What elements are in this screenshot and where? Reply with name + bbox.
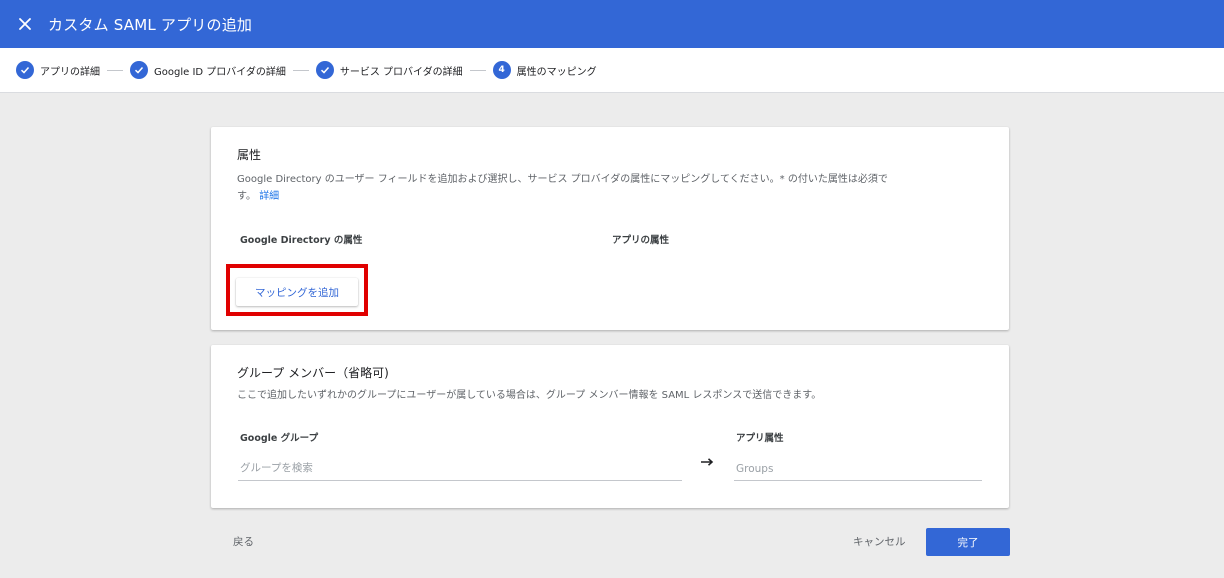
step-divider xyxy=(107,69,123,71)
step-label: サービス プロバイダの詳細 xyxy=(339,66,463,78)
step-app-details[interactable]: アプリの詳細 xyxy=(16,61,100,79)
app-attribute-input[interactable] xyxy=(734,457,982,481)
page-title: カスタム SAML アプリの追加 xyxy=(48,15,253,34)
check-icon xyxy=(130,61,148,79)
step-divider xyxy=(292,69,309,71)
stepper: アプリの詳細 Google ID プロバイダの詳細 サービス プロバイダの詳細 … xyxy=(0,48,1224,93)
step-number: 4 xyxy=(492,61,511,79)
column-header-google-group: Google グループ xyxy=(240,433,319,444)
group-members-description: ここで追加したいずれかのグループにユーザーが属している場合は、グループ メンバー… xyxy=(237,390,822,401)
column-header-app-attribute: アプリ属性 xyxy=(736,433,784,444)
group-members-title: グループ メンバー（省略可) xyxy=(237,366,389,380)
back-button[interactable]: 戻る xyxy=(233,534,254,549)
group-search-input[interactable] xyxy=(238,455,682,481)
attributes-description: Google Directory のユーザー フィールドを追加および選択し、サー… xyxy=(237,171,997,205)
column-header-directory-attribute: Google Directory の属性 xyxy=(240,235,363,246)
description-line-1: Google Directory のユーザー フィールドを追加および選択し、サー… xyxy=(237,174,888,185)
details-link[interactable]: 詳細 xyxy=(259,191,279,202)
step-divider xyxy=(469,69,486,71)
close-icon[interactable] xyxy=(14,13,36,35)
cancel-button[interactable]: キャンセル xyxy=(853,534,906,549)
step-label: アプリの詳細 xyxy=(40,66,100,78)
description-line-2: す。 xyxy=(237,191,256,202)
top-app-bar: カスタム SAML アプリの追加 xyxy=(0,0,1224,48)
step-attribute-mapping[interactable]: 4 属性のマッピング xyxy=(492,61,597,79)
done-button[interactable]: 完了 xyxy=(926,528,1010,556)
step-label: 属性のマッピング xyxy=(516,66,597,78)
column-header-app-attribute: アプリの属性 xyxy=(612,235,670,246)
step-sp-details[interactable]: サービス プロバイダの詳細 xyxy=(315,61,463,79)
step-label: Google ID プロバイダの詳細 xyxy=(154,66,286,78)
attributes-title: 属性 xyxy=(237,148,262,162)
check-icon xyxy=(16,61,34,79)
add-mapping-button[interactable]: マッピングを追加 xyxy=(236,278,358,306)
step-idp-details[interactable]: Google ID プロバイダの詳細 xyxy=(130,61,286,79)
check-icon xyxy=(315,61,334,79)
arrow-right-icon xyxy=(701,458,714,466)
